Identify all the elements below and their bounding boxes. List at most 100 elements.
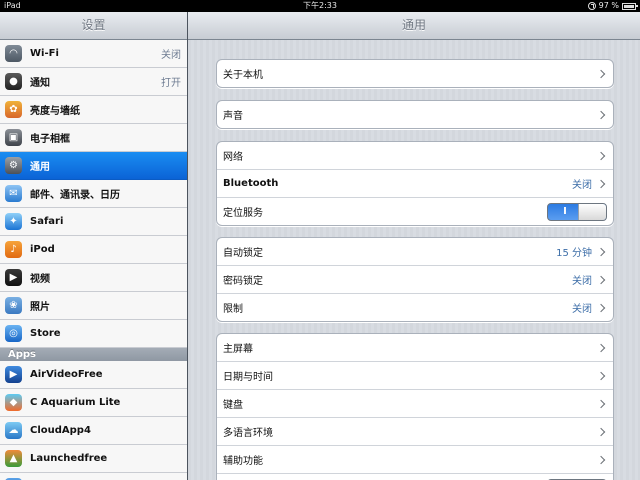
settings-row[interactable]: 密码锁定 关闭 [217,266,613,294]
rotation-lock-icon [587,2,596,10]
settings-row-label: 多语言环境 [223,428,273,439]
settings-item-label: 通知 [30,78,50,89]
settings-row[interactable]: 键盘 [217,390,613,418]
settings-row-label: 主屏幕 [223,344,253,355]
settings-item-picture-frame[interactable]: ▣ 电子相框 [0,124,187,152]
settings-row-label: 辅助功能 [223,456,263,467]
settings-row[interactable]: 定位服务 I [217,198,613,225]
battery-icon [622,2,638,10]
settings-item-gear[interactable]: ⚙ 通用 [0,152,187,180]
settings-item-mail[interactable]: ✉ 邮件、通讯录、日历 [0,180,187,208]
chevron-right-icon [596,179,606,188]
settings-row-label: 声音 [223,111,243,122]
notifications-icon: ● [5,73,22,90]
app-settings-item[interactable]: ☁ CloudApp4 [0,417,187,445]
settings-row-value: 15 分钟 [556,248,592,259]
wifi-icon: ◠ [5,45,22,62]
settings-group: 主屏幕日期与时间键盘多语言环境辅助功能 I [216,333,614,480]
settings-row[interactable]: 辅助功能 [217,446,613,474]
battery-percent: 97 % [598,1,619,10]
master-list: ◠ Wi-Fi 关闭 ● 通知 打开 ✿ 亮度与墙纸 ▣ 电子相框 ⚙ 通用 ✉ 邮件、通讯录、日历 ✦ Sa… [0,40,187,480]
settings-row-label: 自动锁定 [223,248,263,259]
settings-row-value: 关闭 [572,304,592,315]
settings-row-label: 限制 [223,304,243,315]
app-settings-item[interactable]: ◆ C Aquarium Lite [0,389,187,417]
settings-row[interactable]: 限制 关闭 [217,294,613,321]
aquarium-icon: ◆ [5,394,22,411]
settings-item-brightness[interactable]: ✿ 亮度与墙纸 [0,96,187,124]
settings-row-label: 网络 [223,152,243,163]
picture-frame-icon: ▣ [5,129,22,146]
settings-row[interactable]: 主屏幕 [217,334,613,362]
settings-item-label: C Aquarium Lite [30,397,121,408]
settings-row[interactable]: 网络 [217,142,613,170]
safari-icon: ✦ [5,213,22,230]
settings-item-value: 关闭 [161,50,181,61]
settings-group: 自动锁定 15 分钟密码锁定 关闭限制 关闭 [216,237,614,322]
settings-item-photos[interactable]: ❀ 照片 [0,292,187,320]
gear-icon: ⚙ [5,157,22,174]
chevron-right-icon [596,151,606,160]
chevron-right-icon [596,427,606,436]
settings-item-label: Wi-Fi [30,48,59,59]
chevron-right-icon [596,455,606,464]
settings-row-value: 关闭 [572,276,592,287]
settings-item-label: 电子相框 [30,134,70,145]
settings-detail-pane: 通用 关于本机 声音 网络 Bluetooth 关闭 定位服务 I 自动锁定 15 分钟 密码锁定… [188,12,640,480]
apps-section-header: Apps [0,348,187,361]
settings-row[interactable]: 日期与时间 [217,362,613,390]
chevron-right-icon [596,69,606,78]
settings-row-value: 关闭 [572,180,592,191]
toggle-on-text: I [563,205,567,217]
toggle-switch[interactable]: I [547,202,607,221]
app-settings-item[interactable]: ▶ AirVideoFree [0,361,187,389]
settings-item-label: AirVideoFree [30,369,103,380]
chevron-right-icon [596,399,606,408]
settings-row[interactable]: I [217,474,613,480]
settings-item-label: Safari [30,216,64,227]
settings-item-label: Launchedfree [30,453,108,464]
settings-item-label: iPod [30,244,55,255]
status-right: 97 % [587,0,638,12]
brightness-icon: ✿ [5,101,22,118]
app-settings-item[interactable]: ▲ Launchedfree [0,445,187,473]
settings-item-label: 通用 [30,162,50,173]
store-icon: ◎ [5,325,22,342]
settings-row-label: 键盘 [223,400,243,411]
clock: 下午2:33 [303,1,337,10]
detail-title: 通用 [188,12,640,40]
settings-item-ipod[interactable]: ♪ iPod [0,236,187,264]
launched-icon: ▲ [5,450,22,467]
settings-item-value: 打开 [161,78,181,89]
settings-master-pane: 设置 ◠ Wi-Fi 关闭 ● 通知 打开 ✿ 亮度与墙纸 ▣ 电子相框 ⚙ 通用 ✉ 邮件、通讯录、日历… [0,12,187,480]
toggle-knob[interactable] [578,203,606,220]
settings-item-wifi[interactable]: ◠ Wi-Fi 关闭 [0,40,187,68]
settings-row[interactable]: 自动锁定 15 分钟 [217,238,613,266]
settings-item-notifications[interactable]: ● 通知 打开 [0,68,187,96]
chevron-right-icon [596,371,606,380]
settings-row[interactable]: 声音 [217,101,613,128]
chevron-right-icon [596,247,606,256]
settings-item-safari[interactable]: ✦ Safari [0,208,187,236]
chevron-right-icon [596,275,606,284]
settings-row[interactable]: 多语言环境 [217,418,613,446]
settings-item-label: CloudApp4 [30,425,91,436]
settings-row-label: 日期与时间 [223,372,273,383]
settings-row[interactable]: 关于本机 [217,60,613,87]
photos-icon: ❀ [5,297,22,314]
settings-item-label: 亮度与墙纸 [30,106,80,117]
settings-group: 关于本机 [216,59,614,88]
settings-row[interactable]: Bluetooth 关闭 [217,170,613,198]
settings-row-label: Bluetooth [223,178,279,189]
settings-item-store[interactable]: ◎ Store [0,320,187,348]
status-bar: iPad 下午2:33 97 % [0,0,640,12]
cloudapp-icon: ☁ [5,422,22,439]
settings-item-label: 照片 [30,302,50,313]
settings-group: 声音 [216,100,614,129]
settings-row-label: 定位服务 [223,208,263,219]
settings-group: 网络 Bluetooth 关闭定位服务 I [216,141,614,226]
settings-item-label: 视频 [30,274,50,285]
ipod-icon: ♪ [5,241,22,258]
settings-item-video[interactable]: ▶ 视频 [0,264,187,292]
app-settings-item[interactable]: OOffice² Plus [0,473,187,480]
